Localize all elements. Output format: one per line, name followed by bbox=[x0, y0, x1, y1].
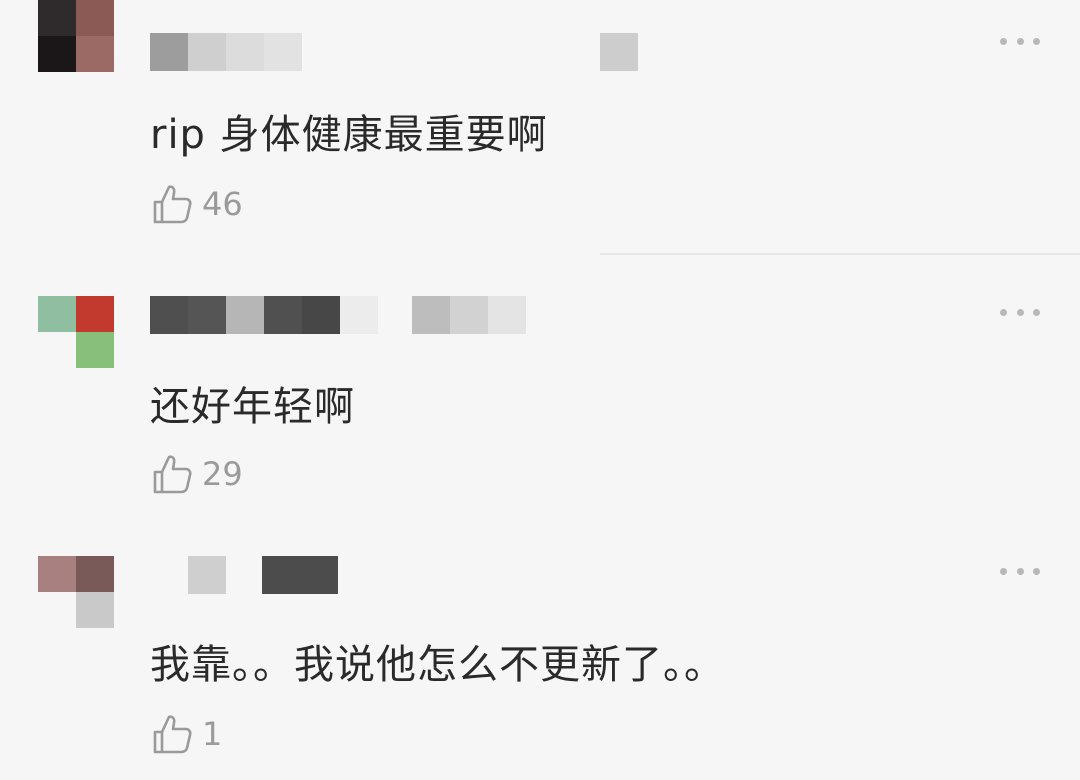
comment-text: 我靠。。我说他怎么不更新了。。 bbox=[150, 642, 725, 688]
avatar-pixel bbox=[76, 592, 114, 628]
like-button[interactable]: 29 bbox=[150, 452, 243, 496]
more-dots-icon[interactable] bbox=[1000, 305, 1040, 319]
divider bbox=[600, 253, 1080, 255]
avatar[interactable] bbox=[38, 296, 114, 368]
like-count: 1 bbox=[202, 715, 223, 753]
thumbs-up-icon bbox=[150, 182, 194, 226]
avatar-pixel bbox=[38, 296, 76, 332]
avatar[interactable] bbox=[38, 556, 114, 628]
avatar-pixel bbox=[76, 36, 114, 72]
username-redacted[interactable] bbox=[150, 33, 640, 71]
avatar-pixel bbox=[76, 296, 114, 332]
comment-text: 还好年轻啊 bbox=[150, 384, 355, 430]
avatar[interactable] bbox=[38, 0, 114, 72]
like-button[interactable]: 46 bbox=[150, 182, 243, 226]
avatar-pixel bbox=[38, 36, 76, 72]
avatar-pixel bbox=[38, 556, 76, 592]
avatar-pixel bbox=[76, 0, 114, 36]
avatar-pixel bbox=[76, 332, 114, 368]
comment-text: rip 身体健康最重要啊 bbox=[150, 112, 548, 158]
thumbs-up-icon bbox=[150, 452, 194, 496]
avatar-pixel bbox=[38, 0, 76, 36]
like-count: 46 bbox=[202, 185, 243, 223]
more-dots-icon[interactable] bbox=[1000, 34, 1040, 48]
more-dots-icon[interactable] bbox=[1000, 564, 1040, 578]
username-redacted[interactable] bbox=[150, 556, 340, 594]
like-count: 29 bbox=[202, 455, 243, 493]
like-button[interactable]: 1 bbox=[150, 712, 222, 756]
avatar-pixel bbox=[76, 556, 114, 592]
thumbs-up-icon bbox=[150, 712, 194, 756]
username-redacted[interactable] bbox=[150, 296, 530, 334]
